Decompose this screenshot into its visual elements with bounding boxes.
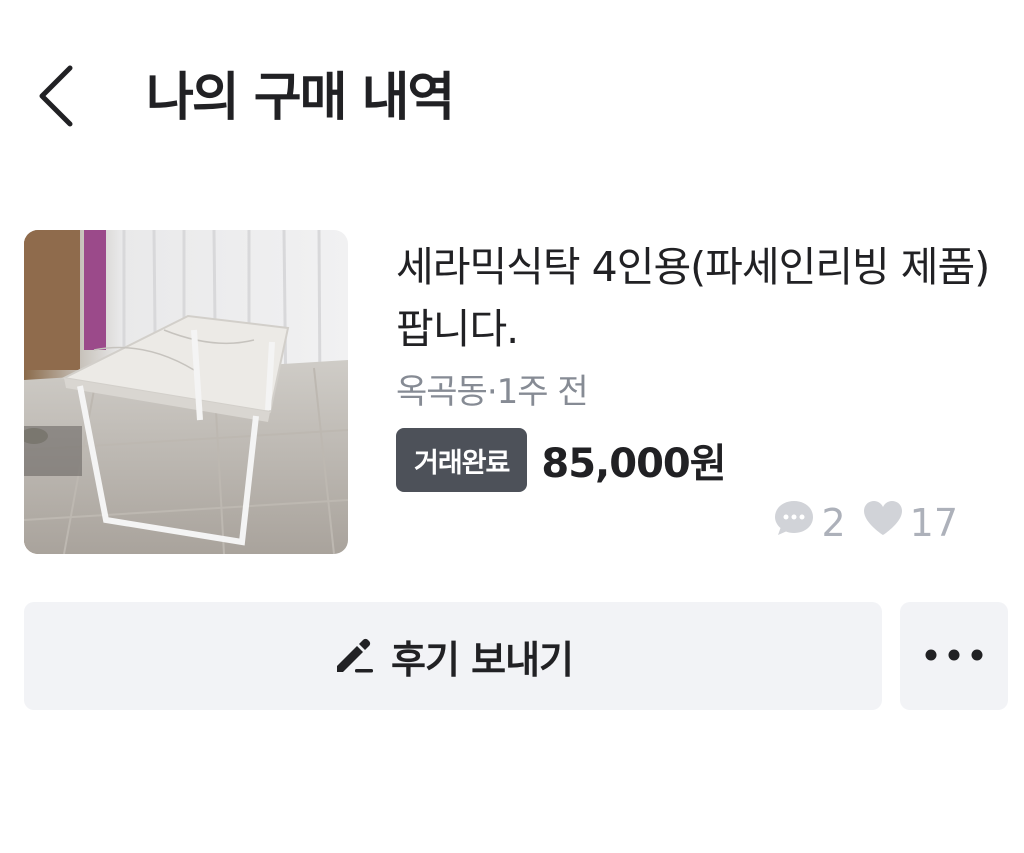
item-thumbnail[interactable] xyxy=(24,230,348,554)
item-title[interactable]: 세라믹식탁 4인용(파세인리빙 제품) 팝니다. xyxy=(396,236,996,360)
item-info: 세라믹식탁 4인용(파세인리빙 제품) 팝니다. 옥곡동·1주 전 거래완료 8… xyxy=(396,230,996,492)
status-badge: 거래완료 xyxy=(396,428,528,492)
header-bar: 나의 구매 내역 xyxy=(0,40,1024,160)
back-button[interactable] xyxy=(24,60,88,136)
like-count: 17 xyxy=(909,500,958,545)
page-title: 나의 구매 내역 xyxy=(146,68,455,128)
item-time: 1주 전 xyxy=(496,372,589,412)
item-location: 옥곡동 xyxy=(396,372,488,412)
chat-bubble-icon xyxy=(773,498,815,547)
chevron-left-icon xyxy=(36,64,76,132)
item-meta: 옥곡동·1주 전 xyxy=(396,370,996,414)
pencil-icon xyxy=(333,632,377,680)
send-review-button[interactable]: 후기 보내기 xyxy=(24,602,882,710)
item-actions: 후기 보내기 xyxy=(24,602,1008,710)
purchase-item[interactable]: 세라믹식탁 4인용(파세인리빙 제품) 팝니다. 옥곡동·1주 전 거래완료 8… xyxy=(24,230,1000,560)
heart-icon xyxy=(862,499,904,546)
send-review-label: 후기 보내기 xyxy=(390,637,574,682)
item-counts: 2 17 xyxy=(773,498,958,547)
meta-separator: · xyxy=(486,372,498,412)
chat-count: 2 xyxy=(821,500,846,545)
item-price: 85,000원 xyxy=(541,441,726,487)
price-row: 거래완료 85,000원 xyxy=(396,428,996,492)
more-horizontal-icon xyxy=(924,647,984,666)
more-options-button[interactable] xyxy=(900,602,1008,710)
